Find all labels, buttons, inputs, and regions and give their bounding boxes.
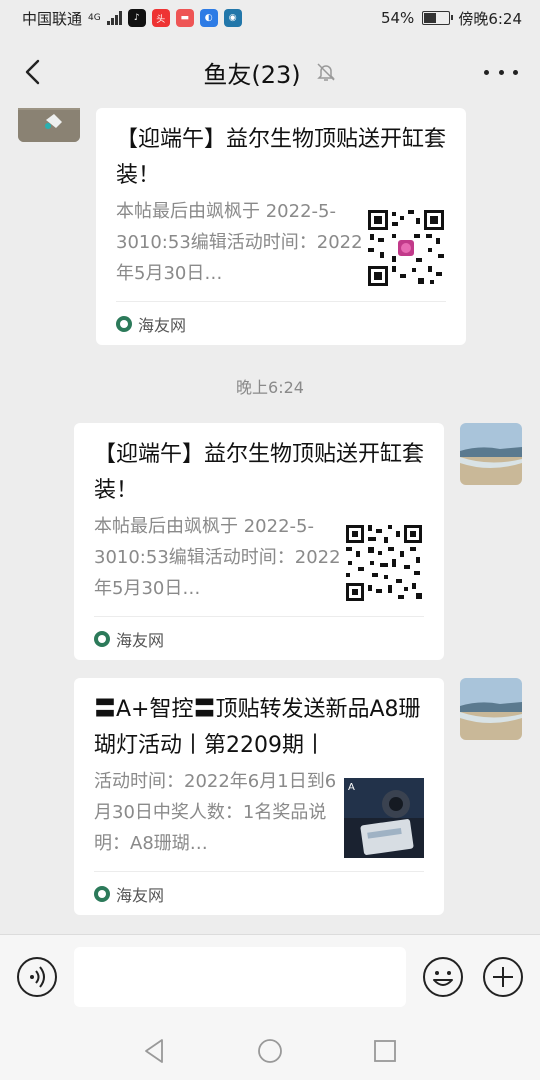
source-name: 海友网 <box>116 630 165 650</box>
clock: 傍晚6:24 <box>458 9 522 28</box>
card-description: 活动时间：2022年6月1日到6月30日中奖人数：1名奖品说明：A8珊瑚… <box>94 771 337 854</box>
source-name: 海友网 <box>116 885 165 905</box>
add-attachment-icon[interactable] <box>482 956 524 998</box>
link-card[interactable]: 【迎端午】益尔生物顶贴送开缸套装！ 本帖最后由飒枫于 2022-5-3010:5… <box>74 423 444 660</box>
bulb-icon: ◐ <box>199 9 218 27</box>
title-bar: 鱼友(23) <box>0 36 540 108</box>
nav-back-icon[interactable] <box>140 1036 170 1066</box>
product-thumbnail: A <box>344 778 424 858</box>
my-avatar[interactable] <box>460 678 522 740</box>
card-source: 海友网 <box>116 301 446 345</box>
message-input[interactable] <box>74 947 406 1007</box>
card-description: 本帖最后由飒枫于 2022-5-3010:53编辑活动时间：2022年5月30日… <box>94 516 341 599</box>
nav-home-icon[interactable] <box>255 1036 285 1066</box>
input-bar <box>0 934 540 1022</box>
source-logo-icon <box>94 630 110 647</box>
sender-avatar[interactable] <box>18 108 80 142</box>
chat-title-group: 鱼友(23) <box>203 55 336 90</box>
card-source: 海友网 <box>94 871 424 915</box>
battery-icon <box>422 11 454 25</box>
link-card[interactable]: 【迎端午】益尔生物顶贴送开缸套装！ 本帖最后由飒枫于 2022-5-3010:5… <box>96 108 466 345</box>
app-icon: ▬ <box>175 9 194 27</box>
voice-input-icon[interactable] <box>16 956 58 998</box>
nav-recents-icon[interactable] <box>370 1036 400 1066</box>
card-title: 【迎端午】益尔生物顶贴送开缸套装！ <box>94 442 425 503</box>
dot-icon <box>484 69 489 75</box>
message-timestamp: 晚上6:24 <box>236 378 304 397</box>
card-title: 【迎端午】益尔生物顶贴送开缸套装！ <box>116 127 447 188</box>
status-bar: 中国联通 4G ♪ 头 ▬ ◐ ◉ 54% 傍晚6:24 <box>0 0 540 36</box>
qr-code-thumbnail <box>344 523 424 603</box>
emoji-icon[interactable] <box>422 956 464 998</box>
battery-percent: 54% <box>380 9 415 27</box>
carrier-label: 中国联通 <box>22 9 83 28</box>
card-description: 本帖最后由飒枫于 2022-5-3010:53编辑活动时间：2022年5月30日… <box>116 201 363 284</box>
network-label: 4G <box>88 13 101 23</box>
card-title: 〓A+智控〓顶贴转发送新品A8珊 瑚灯活动丨第2209期丨 <box>94 697 421 758</box>
system-nav-bar <box>0 1022 540 1080</box>
link-card[interactable]: 〓A+智控〓顶贴转发送新品A8珊 瑚灯活动丨第2209期丨 活动时间：2022年… <box>74 678 444 915</box>
news-app-icon: 头 <box>151 9 170 27</box>
back-arrow-icon[interactable] <box>20 58 48 86</box>
dot-icon <box>498 69 504 75</box>
source-name: 海友网 <box>138 315 187 335</box>
more-options-button[interactable] <box>484 60 518 84</box>
signal-icon <box>106 11 122 25</box>
chat-app-icon: ◉ <box>223 9 242 27</box>
thumb-text: A <box>348 782 355 793</box>
card-source: 海友网 <box>94 616 424 660</box>
source-logo-icon <box>94 885 110 902</box>
chat-title: 鱼友(23) <box>203 60 301 89</box>
my-avatar[interactable] <box>460 423 522 485</box>
tiktok-icon: ♪ <box>127 9 146 27</box>
dot-icon <box>513 69 518 75</box>
source-logo-icon <box>116 315 132 332</box>
qr-code-thumbnail <box>366 208 446 288</box>
chat-area[interactable]: 【迎端午】益尔生物顶贴送开缸套装！ 本帖最后由飒枫于 2022-5-3010:5… <box>0 108 540 934</box>
mute-bell-icon <box>316 63 335 81</box>
